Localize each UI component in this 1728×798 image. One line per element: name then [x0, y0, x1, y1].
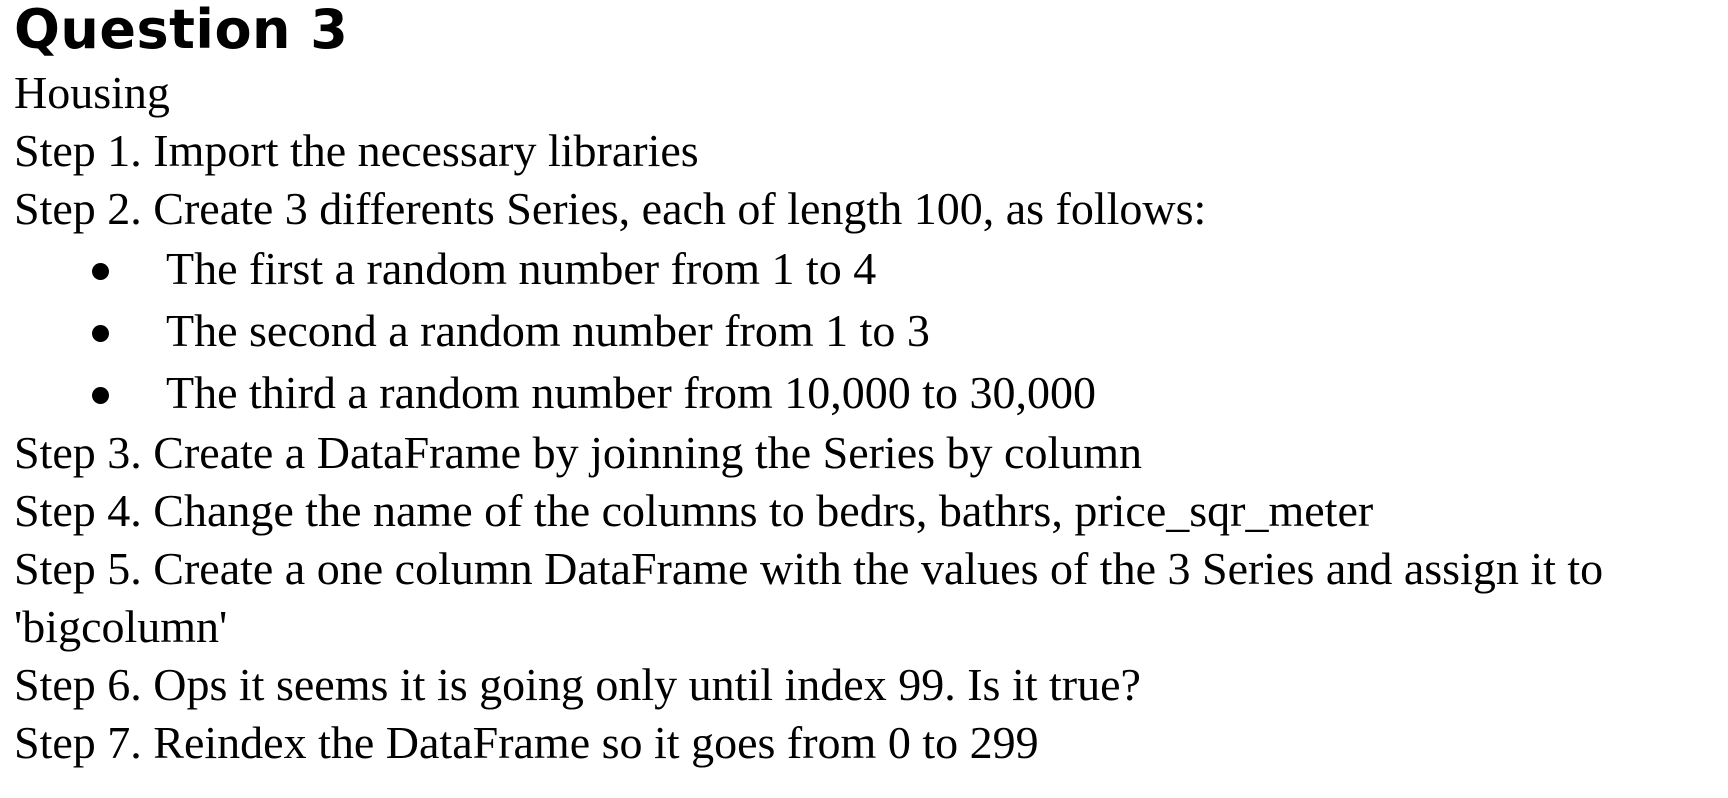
step-2-bullet-list: The first a random number from 1 to 4 Th… — [14, 238, 1728, 424]
bullet-dot-icon — [92, 325, 109, 342]
bullet-text: The second a random number from 1 to 3 — [166, 305, 930, 356]
question-title: Question 3 — [14, 0, 349, 61]
step-1: Step 1. Import the necessary libraries — [14, 125, 699, 176]
step-3: Step 3. Create a DataFrame by joinning t… — [14, 427, 1143, 478]
bullet-dot-icon — [92, 263, 109, 280]
bullet-item: The third a random number from 10,000 to… — [14, 362, 1728, 424]
bullet-text: The third a random number from 10,000 to… — [166, 367, 1097, 418]
bullet-text: The first a random number from 1 to 4 — [166, 243, 877, 294]
bullet-item: The first a random number from 1 to 4 — [14, 238, 1728, 300]
bullet-dot-icon — [92, 387, 109, 404]
question-subtitle: Housing — [14, 67, 170, 118]
step-2: Step 2. Create 3 differents Series, each… — [14, 183, 1207, 234]
document-page: Question 3 Housing Step 1. Import the ne… — [0, 0, 1728, 798]
step-4: Step 4. Change the name of the columns t… — [14, 485, 1374, 536]
step-7: Step 7. Reindex the DataFrame so it goes… — [14, 717, 1039, 768]
bullet-item: The second a random number from 1 to 3 — [14, 300, 1728, 362]
step-5: Step 5. Create a one column DataFrame wi… — [14, 543, 1604, 652]
step-6: Step 6. Ops it seems it is going only un… — [14, 659, 1141, 710]
